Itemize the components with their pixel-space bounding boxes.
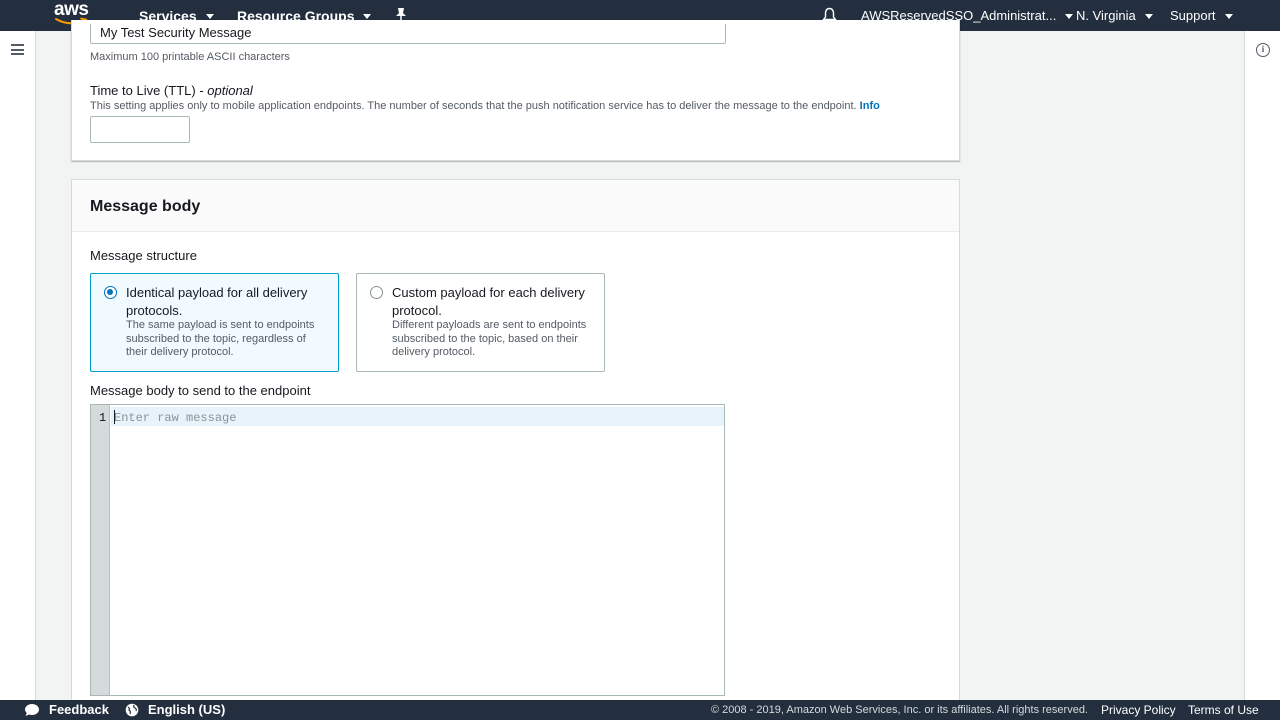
- right-side-rail: i: [1244, 31, 1280, 700]
- ttl-input[interactable]: [90, 116, 190, 143]
- panel-header: Message body: [72, 180, 959, 232]
- subject-input-value: My Test Security Message: [100, 25, 252, 40]
- left-side-rail: [0, 31, 36, 700]
- identical-payload-option[interactable]: Identical payload for all delivery proto…: [90, 273, 339, 372]
- language-selector[interactable]: English (US): [148, 702, 225, 717]
- info-icon[interactable]: i: [1256, 43, 1270, 57]
- ttl-optional-label: optional: [207, 83, 253, 98]
- radio-selected-icon[interactable]: [104, 286, 117, 299]
- editor-gutter: 1: [91, 405, 110, 695]
- option-title: Identical payload for all delivery proto…: [126, 285, 308, 318]
- message-body-editor-label: Message body to send to the endpoint: [90, 383, 311, 398]
- message-details-panel: My Test Security Message Maximum 100 pri…: [71, 20, 960, 161]
- ttl-label-separator: -: [195, 83, 208, 98]
- copyright-text: © 2008 - 2019, Amazon Web Services, Inc.…: [711, 704, 1088, 716]
- message-body-editor[interactable]: 1 Enter raw message: [90, 404, 725, 696]
- ttl-info-link[interactable]: Info: [860, 100, 880, 112]
- subject-input[interactable]: My Test Security Message: [90, 24, 726, 44]
- ttl-hint: This setting applies only to mobile appl…: [90, 100, 950, 112]
- region-menu[interactable]: N. Virginia: [1076, 0, 1153, 31]
- option-description: Different payloads are sent to endpoints…: [392, 319, 587, 358]
- radio-unselected-icon[interactable]: [370, 286, 383, 299]
- subject-hint: Maximum 100 printable ASCII characters: [90, 51, 290, 63]
- privacy-policy-link[interactable]: Privacy Policy: [1101, 703, 1176, 717]
- ttl-label-text: Time to Live (TTL): [90, 83, 196, 98]
- chevron-down-icon: [1144, 13, 1153, 19]
- support-menu[interactable]: Support: [1170, 0, 1233, 31]
- footer-bar: Feedback English (US) © 2008 - 2019, Ama…: [0, 700, 1280, 720]
- feedback-link[interactable]: Feedback: [49, 702, 109, 717]
- option-description: The same payload is sent to endpoints su…: [126, 319, 315, 358]
- message-structure-label: Message structure: [90, 248, 197, 263]
- ttl-hint-text: This setting applies only to mobile appl…: [90, 100, 857, 112]
- chevron-down-icon: [363, 13, 372, 19]
- feedback-bubble-icon[interactable]: [24, 703, 40, 717]
- aws-logo-text: aws: [54, 0, 89, 20]
- support-label: Support: [1170, 8, 1216, 23]
- chevron-down-icon: [1224, 13, 1233, 19]
- ttl-label: Time to Live (TTL) - optional: [90, 83, 253, 98]
- line-number: 1: [99, 411, 107, 425]
- custom-payload-option[interactable]: Custom payload for each delivery protoco…: [356, 273, 605, 372]
- chevron-down-icon: [205, 13, 214, 19]
- text-cursor: [114, 410, 115, 424]
- region-label: N. Virginia: [1076, 8, 1136, 23]
- message-body-panel: Message body Message structure Identical…: [71, 179, 960, 709]
- hamburger-menu-icon[interactable]: [11, 44, 24, 55]
- chevron-down-icon: [1065, 13, 1074, 19]
- globe-icon[interactable]: [125, 703, 139, 717]
- message-body-title: Message body: [90, 198, 201, 215]
- option-title: Custom payload for each delivery protoco…: [392, 285, 585, 318]
- terms-of-use-link[interactable]: Terms of Use: [1188, 703, 1259, 717]
- editor-placeholder: Enter raw message: [114, 411, 237, 425]
